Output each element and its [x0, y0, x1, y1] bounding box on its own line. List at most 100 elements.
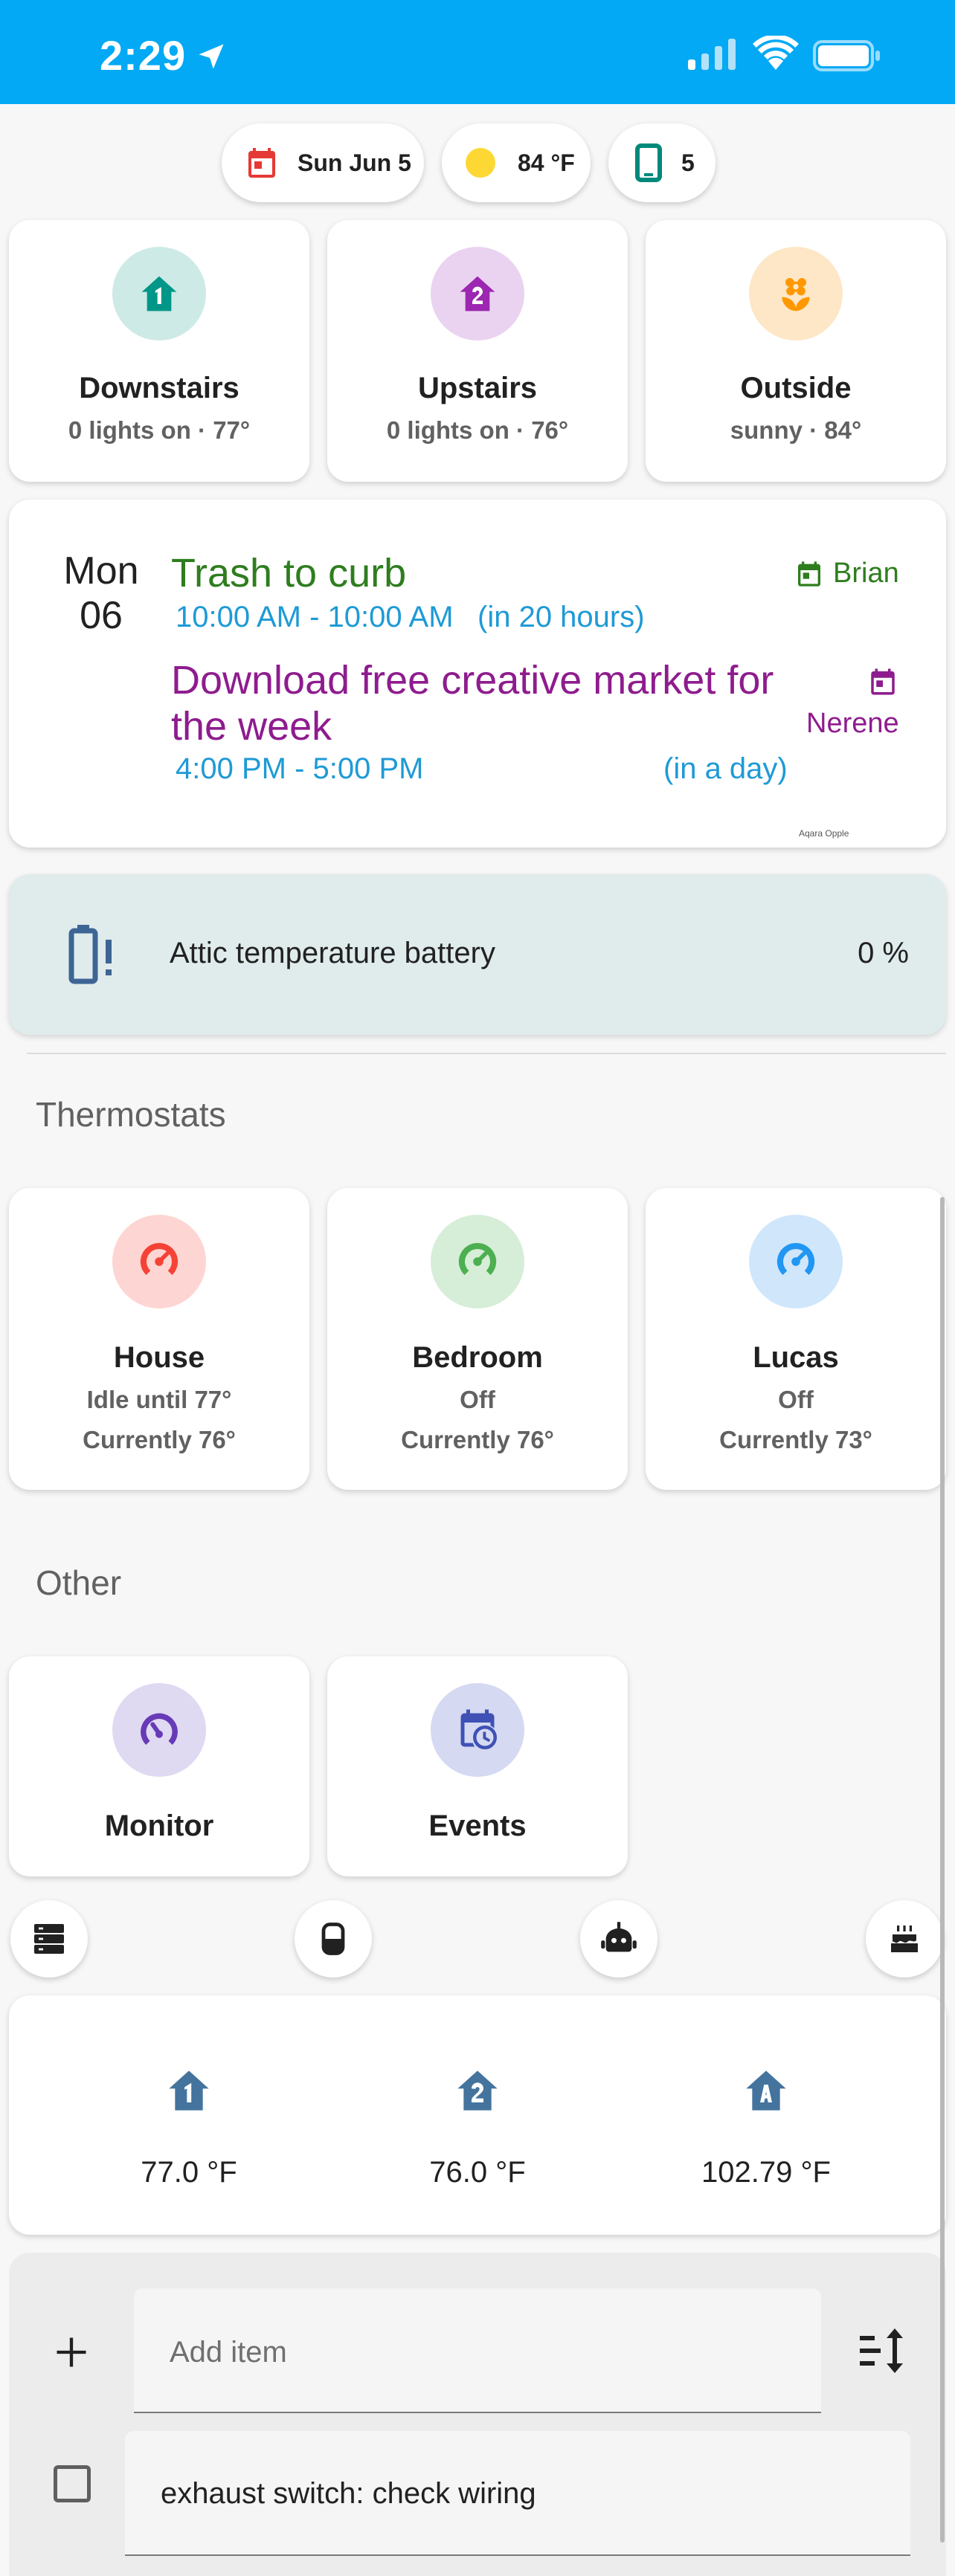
other-card-monitor[interactable]: Monitor — [9, 1656, 309, 1876]
other-card-events[interactable]: Events — [327, 1656, 628, 1876]
date-chip[interactable]: Sun Jun 5 — [222, 123, 424, 202]
add-item-placeholder: Add item — [170, 2336, 287, 2369]
temperature-value: 76.0 °F — [429, 2156, 526, 2189]
area-card-outside[interactable]: Outside sunny · 84° — [646, 220, 946, 482]
battery-icon — [813, 40, 880, 71]
event-relative-time: (in a day) — [663, 752, 788, 785]
todo-item-text: exhaust switch: check wiring — [161, 2477, 536, 2510]
calendar-clock-icon — [460, 1709, 497, 1749]
server-icon — [34, 1924, 64, 1954]
area-name: Outside — [740, 372, 852, 404]
cylinder-icon — [321, 1923, 345, 1955]
calendar-day-number: 06 — [80, 594, 123, 637]
area-icon-bg — [112, 247, 206, 340]
home-floor-2-icon — [460, 276, 495, 311]
flower-icon — [782, 278, 810, 311]
add-icon[interactable] — [52, 2333, 91, 2372]
thermostat-current: Currently 76° — [83, 1426, 236, 1453]
chip-label: 84 °F — [518, 149, 575, 176]
robot-vacuum-icon — [601, 1922, 637, 1952]
wifi-icon — [753, 36, 799, 70]
thermostat-name: House — [113, 1341, 205, 1374]
chip-label: Sun Jun 5 — [298, 149, 411, 176]
todo-item[interactable]: exhaust switch: check wiring — [125, 2431, 910, 2556]
section-title-thermostats: Thermostats — [36, 1095, 226, 1134]
event-title[interactable]: Trash to curb — [171, 550, 406, 596]
area-card-downstairs[interactable]: Downstairs 0 lights on · 77° — [9, 220, 309, 482]
other-icon-bg — [431, 1683, 524, 1777]
event-calendar-name: Brian — [833, 558, 899, 589]
cake-icon — [891, 1925, 918, 1952]
divider — [27, 1053, 946, 1054]
area-status: sunny · 84° — [730, 416, 862, 444]
event-calendar: Brian — [794, 558, 899, 590]
add-item-input[interactable]: Add item — [134, 2288, 821, 2413]
other-icon-bg — [112, 1683, 206, 1777]
battery-alert-icon — [68, 925, 112, 984]
thermostat-state: Idle until 77° — [86, 1386, 232, 1413]
event-title[interactable]: Download free creative market for the we… — [171, 657, 796, 749]
event-calendar-name: Nerene — [806, 708, 899, 739]
event-time: 10:00 AM - 10:00 AM — [176, 601, 454, 633]
cellular-signal-icon — [688, 39, 736, 70]
thermostat-state: Off — [778, 1386, 814, 1413]
temperature-value: 102.79 °F — [701, 2156, 831, 2189]
thermostat-gauge-icon — [140, 1242, 179, 1275]
calendar-day-name: Mon — [63, 549, 139, 593]
thermostat-icon-bg — [112, 1215, 206, 1308]
temperatures-card — [9, 1995, 946, 2235]
thermostat-current: Currently 76° — [401, 1426, 554, 1453]
thermostat-current: Currently 73° — [719, 1426, 872, 1453]
area-card-upstairs[interactable]: Upstairs 0 lights on · 76° — [327, 220, 628, 482]
calendar-date: Mon 06 — [54, 549, 149, 638]
sun-icon — [466, 148, 495, 178]
section-title-other: Other — [36, 1563, 122, 1602]
calendar-icon — [798, 561, 820, 587]
cylinder-button[interactable] — [295, 1900, 372, 1978]
event-time: 4:00 PM - 5:00 PM — [176, 752, 424, 785]
todo-checkbox[interactable] — [54, 2465, 91, 2502]
event-relative-time: (in 20 hours) — [478, 601, 645, 633]
phone-icon — [635, 143, 662, 182]
calendar-icon — [248, 148, 275, 178]
thermostat-gauge-icon — [776, 1242, 815, 1275]
temperature-value: 77.0 °F — [141, 2156, 237, 2189]
battery-alert-name: Attic temperature battery — [170, 937, 495, 969]
home-floor-2-icon — [457, 2070, 498, 2111]
chip-label: 5 — [681, 149, 695, 176]
battery-alert-value: 0 % — [858, 937, 909, 969]
cake-button[interactable] — [866, 1900, 943, 1978]
other-name: Events — [428, 1810, 527, 1842]
phone-chip[interactable]: 5 — [608, 123, 716, 202]
thermostat-icon-bg — [431, 1215, 524, 1308]
thermostat-name: Bedroom — [412, 1341, 543, 1374]
area-icon-bg — [431, 247, 524, 340]
thermostat-card-lucas[interactable]: Lucas Off Currently 73° — [646, 1188, 946, 1490]
battery-alert-card[interactable]: Attic temperature battery 0 % — [9, 874, 946, 1035]
area-status: 0 lights on · 77° — [68, 416, 251, 444]
area-status: 0 lights on · 76° — [386, 416, 569, 444]
other-name: Monitor — [104, 1810, 214, 1842]
area-name: Downstairs — [79, 372, 239, 404]
home-floor-a-icon — [746, 2070, 786, 2111]
scrollbar[interactable] — [940, 1197, 945, 2543]
home-floor-1-icon — [169, 2070, 209, 2111]
area-icon-bg — [749, 247, 843, 340]
status-bar: 2:29 — [0, 0, 955, 104]
status-time: 2:29 — [100, 32, 187, 79]
thermostat-card-house[interactable]: House Idle until 77° Currently 76° — [9, 1188, 309, 1490]
speedometer-icon — [141, 1713, 178, 1745]
calendar-footer: Aqara Opple — [799, 828, 849, 839]
calendar-icon — [871, 668, 895, 695]
thermostat-gauge-icon — [458, 1242, 497, 1275]
sort-icon[interactable] — [857, 2327, 907, 2375]
server-button[interactable] — [10, 1900, 88, 1978]
thermostat-card-bedroom[interactable]: Bedroom Off Currently 76° — [327, 1188, 628, 1490]
location-arrow-icon — [199, 44, 224, 69]
thermostat-state: Off — [460, 1386, 495, 1413]
thermostat-icon-bg — [749, 1215, 843, 1308]
robot-vacuum-button[interactable] — [580, 1900, 657, 1978]
weather-chip[interactable]: 84 °F — [442, 123, 591, 202]
area-name: Upstairs — [417, 372, 538, 404]
thermostat-name: Lucas — [753, 1341, 839, 1374]
